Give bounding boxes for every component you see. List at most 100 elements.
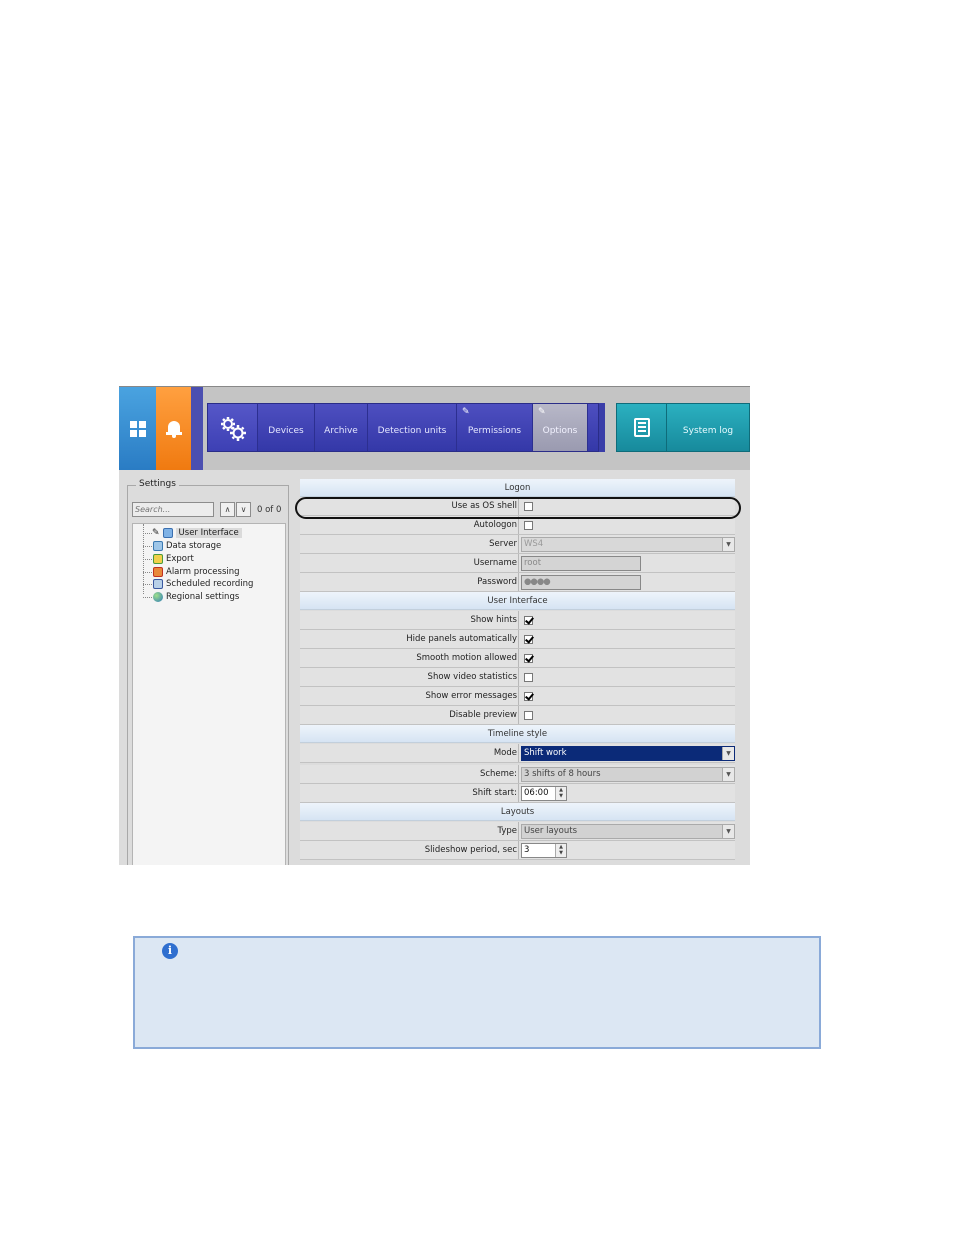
property-label: Mode xyxy=(300,744,519,762)
tree-item-scheduled-recording[interactable]: Scheduled recording xyxy=(133,578,253,590)
alerts-tile[interactable] xyxy=(156,387,191,470)
show-hints-checkbox[interactable] xyxy=(524,615,533,625)
username-row: Username root xyxy=(300,554,735,573)
spinner-arrows-icon[interactable]: ▲ ▼ xyxy=(555,843,566,857)
settings-legend: Settings xyxy=(136,479,179,489)
password-field[interactable]: ●●●● xyxy=(521,574,641,590)
tree-item-label: Export xyxy=(166,554,194,564)
tab-options[interactable]: ✎ Options xyxy=(533,404,588,451)
property-label: Type xyxy=(300,822,519,840)
disable-preview-checkbox[interactable] xyxy=(524,710,533,720)
tree-item-label: Alarm processing xyxy=(166,567,240,577)
property-label: Show hints xyxy=(300,611,519,629)
settings-search-input[interactable] xyxy=(132,502,214,517)
property-label: Password xyxy=(300,573,519,591)
windows-tile[interactable] xyxy=(119,387,156,470)
globe-icon xyxy=(153,592,163,602)
tree-item-data-storage[interactable]: Data storage xyxy=(133,540,221,552)
section-title: Timeline style xyxy=(487,728,548,739)
tree-item-label: Data storage xyxy=(166,541,222,551)
chevron-down-icon: ∨ xyxy=(240,505,247,514)
shift-start-spinner[interactable]: 06:00 ▲ ▼ xyxy=(521,785,567,801)
system-log-button[interactable]: System log xyxy=(616,403,750,452)
tab-archive[interactable]: Archive xyxy=(315,404,368,451)
property-label: Disable preview xyxy=(300,706,519,724)
search-previous-button[interactable]: ∧ xyxy=(220,502,235,517)
section-title: Logon xyxy=(504,482,531,493)
use-as-os-shell-row: Use as OS shell xyxy=(300,497,735,516)
pencil-icon: ✎ xyxy=(152,528,160,538)
layouts-section-header: Layouts xyxy=(300,803,735,821)
show-hints-row: Show hints xyxy=(300,611,735,630)
tab-detection-units-label: Detection units xyxy=(377,426,447,436)
scheme-value: 3 shifts of 8 hours xyxy=(524,768,601,779)
hide-panels-row: Hide panels automatically xyxy=(300,630,735,649)
tree-item-alarm-processing[interactable]: Alarm processing xyxy=(133,566,240,578)
server-select[interactable]: WS4 ▼ xyxy=(521,536,735,552)
scheme-row: Scheme: 3 shifts of 8 hours ▼ xyxy=(300,765,735,784)
tab-permissions[interactable]: ✎ Permissions xyxy=(457,404,533,451)
smooth-motion-checkbox[interactable] xyxy=(524,653,533,663)
info-note-box: i xyxy=(133,936,821,1049)
server-row: Server WS4 ▼ xyxy=(300,535,735,554)
show-error-messages-checkbox[interactable] xyxy=(524,691,533,701)
show-error-messages-row: Show error messages xyxy=(300,687,735,706)
scheme-select[interactable]: 3 shifts of 8 hours ▼ xyxy=(521,766,735,782)
settings-panel: Settings ∧ ∨ 0 of 0 ✎ User Interface Dat… xyxy=(127,479,289,865)
layout-type-select[interactable]: User layouts ▼ xyxy=(521,823,735,839)
tab-detection-units[interactable]: Detection units xyxy=(368,404,457,451)
top-toolbar: Devices Archive Detection units ✎ Permis… xyxy=(119,387,750,470)
toolbar-separator xyxy=(191,387,203,470)
hide-panels-checkbox[interactable] xyxy=(524,634,533,644)
menu-strip-end xyxy=(599,403,605,452)
tab-devices[interactable]: Devices xyxy=(258,404,315,451)
user-interface-icon xyxy=(162,528,173,538)
tree-item-export[interactable]: Export xyxy=(133,553,194,565)
property-label: Server xyxy=(300,535,519,553)
tree-item-label: Regional settings xyxy=(166,592,240,602)
show-video-statistics-checkbox[interactable] xyxy=(524,672,533,682)
property-label: Username xyxy=(300,554,519,572)
pencil-icon: ✎ xyxy=(462,407,470,417)
export-icon xyxy=(153,554,163,564)
properties-panel: Logon Use as OS shell Autologon Server W… xyxy=(300,479,735,865)
slideshow-period-value: 3 xyxy=(524,844,530,855)
slideshow-period-spinner[interactable]: 3 ▲ ▼ xyxy=(521,842,567,858)
dropdown-arrow-icon: ▼ xyxy=(722,746,734,760)
gears-icon xyxy=(220,416,246,441)
search-next-button[interactable]: ∨ xyxy=(236,502,251,517)
settings-tree: ✎ User Interface Data storage Export Ala… xyxy=(132,523,286,865)
property-label: Use as OS shell xyxy=(300,497,519,515)
show-video-statistics-row: Show video statistics xyxy=(300,668,735,687)
dropdown-arrow-icon: ▼ xyxy=(722,824,734,838)
tree-item-regional-settings[interactable]: Regional settings xyxy=(133,591,239,603)
property-label: Scheme: xyxy=(300,765,519,783)
use-as-os-shell-checkbox[interactable] xyxy=(524,501,533,511)
tree-item-label: Scheduled recording xyxy=(166,579,254,589)
tab-options-label: Options xyxy=(542,426,578,436)
main-menu: Devices Archive Detection units ✎ Permis… xyxy=(207,403,599,452)
dropdown-arrow-icon: ▼ xyxy=(722,767,734,781)
timeline-style-section-header: Timeline style xyxy=(300,725,735,743)
settings-menu-button[interactable] xyxy=(208,404,258,451)
autologon-row: Autologon xyxy=(300,516,735,535)
tree-item-user-interface[interactable]: ✎ User Interface xyxy=(133,527,242,539)
spinner-arrows-icon[interactable]: ▲ ▼ xyxy=(555,786,566,800)
mode-row: Mode Shift work ▼ xyxy=(300,744,735,763)
smooth-motion-row: Smooth motion allowed xyxy=(300,649,735,668)
tab-devices-label: Devices xyxy=(268,426,304,436)
pencil-icon: ✎ xyxy=(538,407,546,417)
shift-start-value: 06:00 xyxy=(524,787,549,798)
password-row: Password ●●●● xyxy=(300,573,735,592)
property-label: Show video statistics xyxy=(300,668,519,686)
section-title: User Interface xyxy=(487,595,548,606)
disable-preview-row: Disable preview xyxy=(300,706,735,725)
username-field[interactable]: root xyxy=(521,555,641,571)
mode-select[interactable]: Shift work ▼ xyxy=(521,745,735,761)
autologon-checkbox[interactable] xyxy=(524,520,533,530)
section-title: Layouts xyxy=(500,806,535,817)
property-label: Slideshow period, sec xyxy=(300,841,519,859)
bell-icon xyxy=(165,420,182,438)
scheduled-recording-icon xyxy=(153,579,163,589)
system-log-icon-box xyxy=(617,404,667,451)
